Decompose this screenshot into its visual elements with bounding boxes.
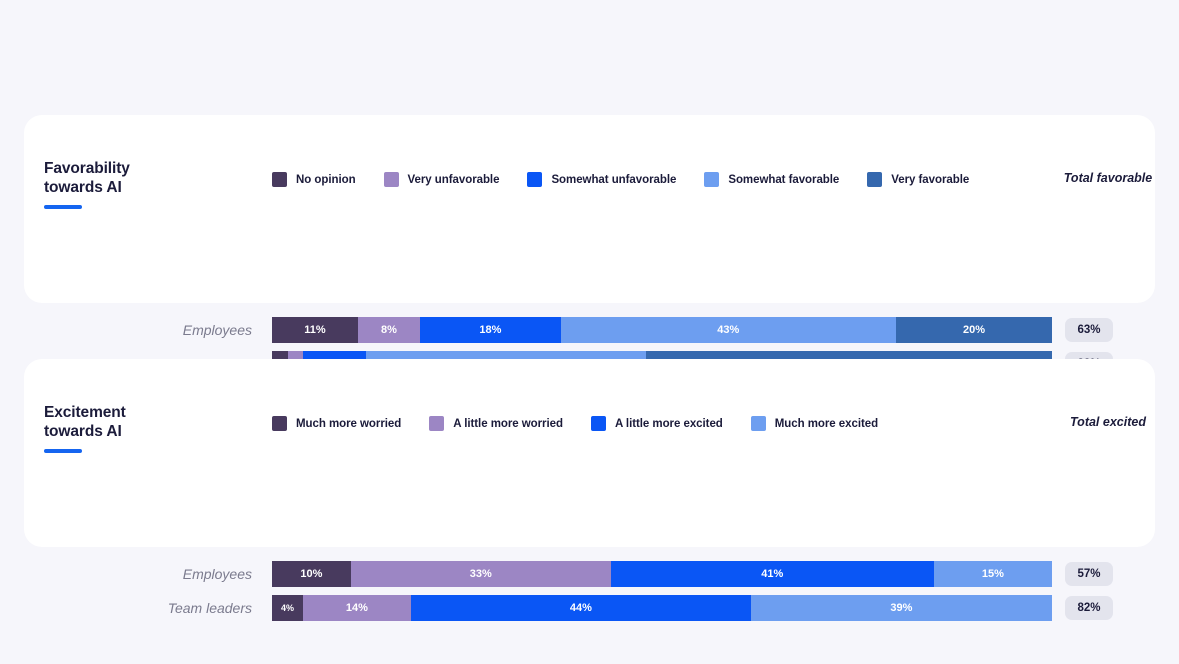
legend-item-label: Much more excited bbox=[774, 417, 879, 430]
legend-swatch-icon bbox=[272, 172, 287, 187]
legend-item[interactable]: Somewhat favorable bbox=[704, 172, 839, 187]
bar-segment[interactable]: 14% bbox=[302, 595, 411, 621]
bar-segment[interactable]: 10% bbox=[272, 561, 351, 587]
legend-item-label: Somewhat favorable bbox=[728, 173, 840, 186]
legend-swatch-icon bbox=[750, 416, 766, 431]
legend-item[interactable]: A little more excited bbox=[590, 416, 723, 431]
row-label-employees: Employees bbox=[182, 322, 252, 338]
legend-item-label: Much more worried bbox=[296, 417, 402, 430]
legend-favorability: No opinion Very unfavorable Somewhat unfav… bbox=[272, 172, 997, 187]
section-title-line2: towards AI bbox=[44, 179, 122, 196]
chart-row-employees: Employees 10% 33% 41% 15% bbox=[24, 561, 1155, 587]
stacked-bar-employees[interactable]: 10% 33% 41% 15% bbox=[272, 561, 1052, 587]
legend-swatch-icon bbox=[429, 416, 445, 431]
legend-item[interactable]: A little more worried bbox=[429, 416, 563, 431]
row-label-team-leaders: Team leaders bbox=[167, 600, 252, 616]
legend-swatch-icon bbox=[867, 172, 883, 187]
bar-segment-value: 14% bbox=[345, 602, 368, 614]
bar-segment[interactable]: 43% bbox=[560, 317, 896, 343]
legend-item-label: No opinion bbox=[296, 173, 356, 186]
bar-segment-value: 43% bbox=[717, 324, 740, 336]
infographic-page: Favorability towards AI No opinion Very u… bbox=[0, 0, 1179, 664]
legend-swatch-icon bbox=[704, 172, 720, 187]
legend-swatch-icon bbox=[383, 172, 399, 187]
bar-segment-value: 41% bbox=[761, 568, 784, 580]
chart-card-excitement: Excitement towards AI Much more worried A… bbox=[24, 359, 1155, 621]
total-column-header-favorable: Total favorable bbox=[1063, 171, 1153, 185]
legend-item-label: Very favorable bbox=[891, 173, 970, 186]
bar-segment[interactable]: 8% bbox=[357, 317, 421, 343]
bar-segment-value: 39% bbox=[890, 602, 913, 614]
stacked-bar-employees[interactable]: 11% 8% 18% 43% 20% bbox=[272, 317, 1052, 343]
bar-segment[interactable]: 39% bbox=[750, 595, 1052, 621]
total-badge-employees: 63% bbox=[1065, 318, 1113, 342]
bar-segment-value: 15% bbox=[981, 568, 1004, 580]
bar-segment-value: 8% bbox=[381, 324, 397, 336]
bar-segment[interactable]: 41% bbox=[610, 561, 934, 587]
bar-segment-value: 44% bbox=[569, 602, 592, 614]
chart-card-favorability: Favorability towards AI No opinion Very u… bbox=[24, 115, 1155, 377]
bar-segment-value: 11% bbox=[304, 324, 326, 336]
legend-swatch-icon bbox=[272, 416, 287, 431]
legend-item[interactable]: Very favorable bbox=[867, 172, 969, 187]
bar-segment-value: 20% bbox=[962, 324, 985, 336]
total-badge-employees: 57% bbox=[1065, 562, 1113, 586]
bar-segment-value: 33% bbox=[469, 568, 492, 580]
legend-swatch-icon bbox=[590, 416, 606, 431]
section-title-line1: Favorability bbox=[44, 160, 130, 177]
bar-segment[interactable]: 33% bbox=[350, 561, 611, 587]
bar-segment[interactable]: 15% bbox=[933, 561, 1052, 587]
legend-item-label: A little more excited bbox=[614, 417, 723, 430]
bar-segment-value: 18% bbox=[479, 324, 502, 336]
title-accent-rule bbox=[44, 205, 82, 209]
legend-item-label: Somewhat unfavorable bbox=[551, 173, 677, 186]
legend-item-label: Very unfavorable bbox=[407, 173, 500, 186]
legend-item[interactable]: No opinion bbox=[272, 172, 356, 187]
title-accent-rule bbox=[44, 449, 82, 453]
chart-row-team-leaders: Team leaders 4% 14% 44% 39% bbox=[24, 595, 1155, 621]
bar-segment[interactable]: 11% bbox=[272, 317, 358, 343]
section-title-line2: towards AI bbox=[44, 423, 122, 440]
legend-excitement: Much more worried A little more worried A … bbox=[272, 416, 906, 431]
stacked-bar-team-leaders[interactable]: 4% 14% 44% 39% bbox=[272, 595, 1052, 621]
section-title-favorability: Favorability towards AI bbox=[44, 159, 244, 209]
legend-swatch-icon bbox=[527, 172, 543, 187]
bar-segment[interactable]: 4% bbox=[272, 595, 303, 621]
row-label-employees: Employees bbox=[182, 566, 252, 582]
section-title-excitement: Excitement towards AI bbox=[44, 403, 244, 453]
total-badge-team-leaders: 82% bbox=[1065, 596, 1113, 620]
chart-row-employees: Employees 11% 8% 18% 43% 20% bbox=[24, 317, 1155, 343]
legend-item[interactable]: Much more worried bbox=[272, 416, 401, 431]
bar-segment-value: 10% bbox=[300, 568, 323, 580]
legend-item[interactable]: Very unfavorable bbox=[383, 172, 500, 187]
bar-segment[interactable]: 18% bbox=[420, 317, 561, 343]
legend-item-label: A little more worried bbox=[453, 417, 563, 430]
section-title-line1: Excitement bbox=[44, 404, 126, 421]
total-column-header-excited: Total excited bbox=[1070, 415, 1146, 429]
legend-item[interactable]: Much more excited bbox=[750, 416, 879, 431]
bar-segment-value: 4% bbox=[280, 603, 294, 613]
legend-item[interactable]: Somewhat unfavorable bbox=[527, 172, 676, 187]
bar-segment[interactable]: 20% bbox=[895, 317, 1052, 343]
bar-segment[interactable]: 44% bbox=[411, 595, 751, 621]
